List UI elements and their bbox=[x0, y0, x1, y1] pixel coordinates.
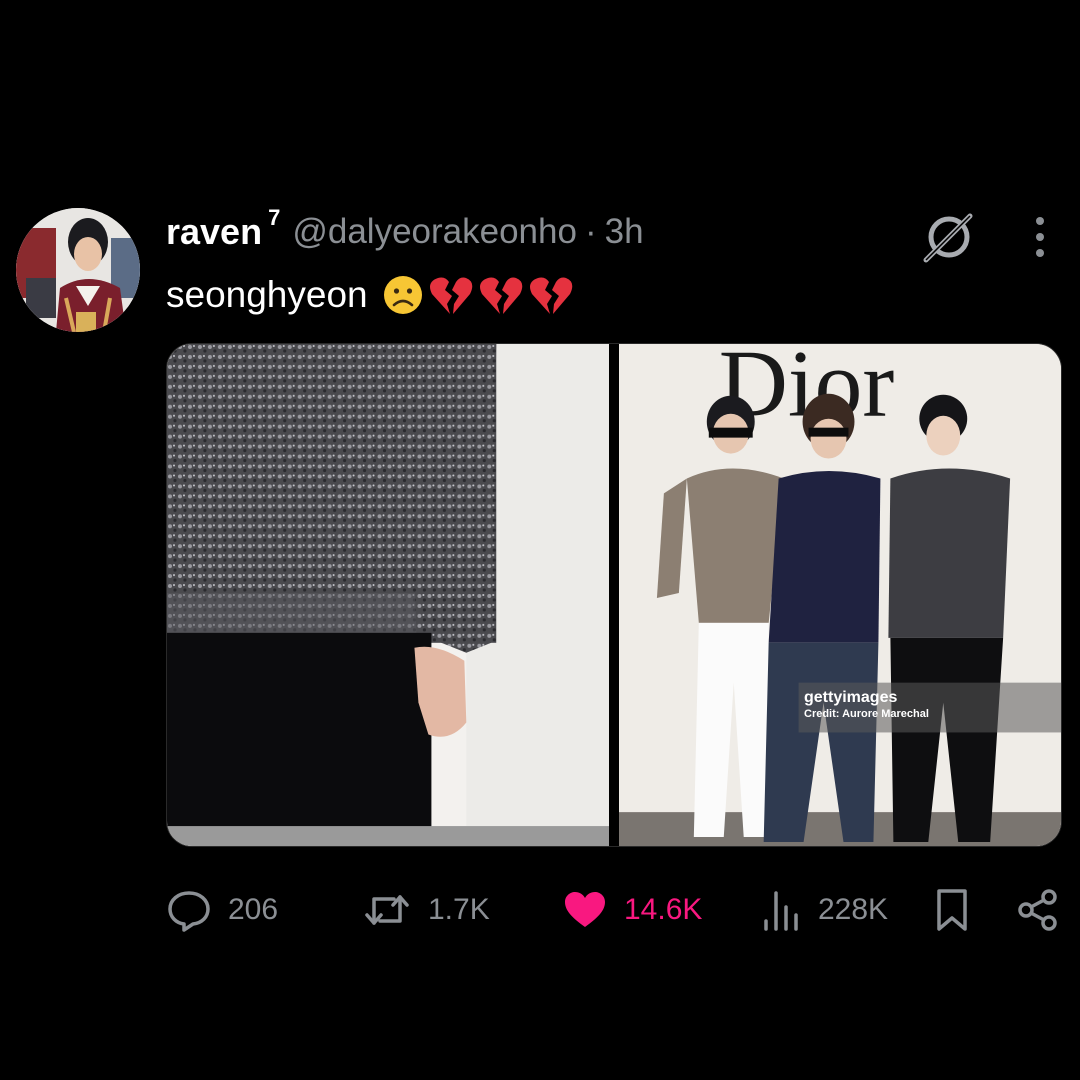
tweet-media-grid: Dior gettyimages Credit: Aurore Marechal bbox=[166, 343, 1062, 847]
bookmark-icon bbox=[937, 889, 967, 931]
like-button[interactable]: 14.6K bbox=[562, 880, 702, 940]
header-separator: · bbox=[584, 212, 597, 251]
views-count: 228K bbox=[818, 893, 889, 926]
media-image-right[interactable]: Dior gettyimages Credit: Aurore Marechal bbox=[619, 344, 1061, 846]
broken-heart-icon bbox=[429, 277, 472, 314]
tweet-action-bar: 206 1.7K 14.6K 228K bbox=[166, 880, 1066, 940]
author-avatar[interactable] bbox=[16, 208, 140, 332]
author-display-name[interactable]: raven bbox=[166, 211, 262, 253]
more-vertical-icon[interactable] bbox=[1026, 212, 1054, 262]
author-name-superscript: 7 bbox=[268, 205, 281, 230]
repost-count: 1.7K bbox=[428, 893, 490, 926]
grok-icon[interactable] bbox=[918, 210, 978, 264]
share-button[interactable] bbox=[1016, 880, 1060, 940]
like-count: 14.6K bbox=[624, 893, 703, 926]
tweet-text-line: seonghyeon bbox=[166, 268, 574, 322]
reply-button[interactable]: 206 bbox=[166, 880, 278, 940]
media-image-left[interactable] bbox=[167, 344, 609, 846]
repost-button[interactable]: 1.7K bbox=[362, 880, 490, 940]
views-button[interactable]: 228K bbox=[762, 880, 888, 940]
repost-icon bbox=[365, 895, 409, 925]
watermark-brand: gettyimages bbox=[804, 689, 898, 706]
tweet-header: raven 7 @dalyeorakeonho · 3h bbox=[166, 205, 644, 256]
reply-icon bbox=[168, 891, 210, 932]
author-handle[interactable]: @dalyeorakeonho bbox=[292, 212, 577, 252]
tweet-text: seonghyeon bbox=[166, 274, 368, 315]
sweater-closeup-photo bbox=[167, 344, 609, 846]
reply-count: 206 bbox=[228, 893, 279, 926]
tweet-timestamp[interactable]: 3h bbox=[605, 212, 644, 252]
frowning-face-icon bbox=[383, 276, 422, 314]
avatar-photo bbox=[16, 208, 140, 332]
watermark-credit: Credit: Aurore Marechal bbox=[804, 708, 929, 720]
tweet-emojis bbox=[382, 274, 574, 316]
three-people-at-dior-photo: Dior bbox=[619, 344, 1061, 846]
views-icon bbox=[764, 891, 798, 931]
bookmark-button[interactable] bbox=[932, 880, 972, 940]
heart-icon bbox=[565, 892, 605, 927]
broken-heart-icon bbox=[529, 277, 572, 314]
broken-heart-icon bbox=[479, 277, 522, 314]
share-icon bbox=[1018, 889, 1057, 931]
getty-watermark: gettyimages Credit: Aurore Marechal bbox=[804, 689, 929, 723]
